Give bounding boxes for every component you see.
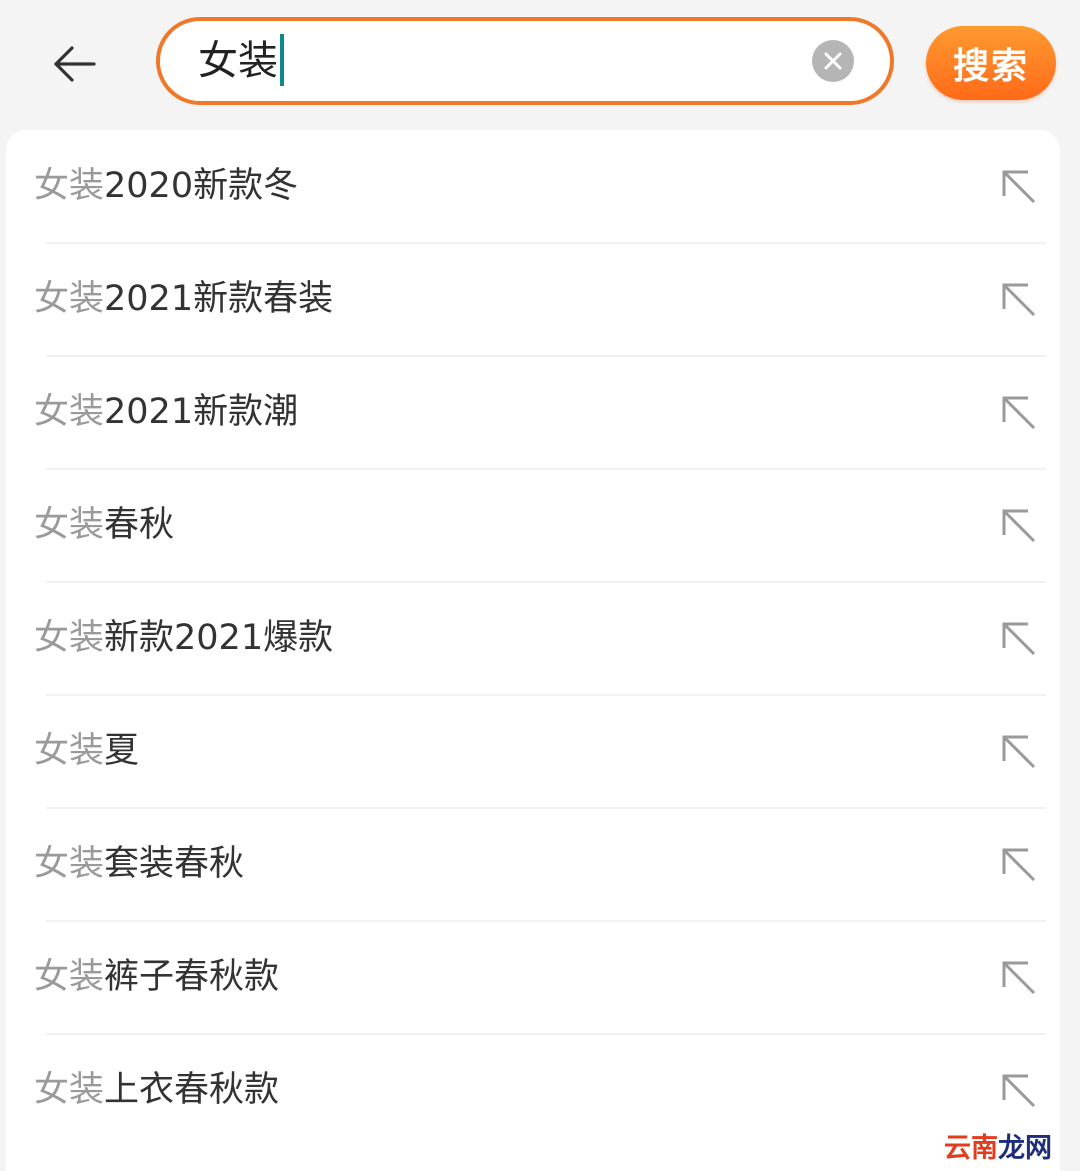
suggestion-text: 女装上衣春秋款 bbox=[34, 1034, 279, 1147]
suggestion-text: 女装套装春秋 bbox=[34, 808, 244, 921]
suggestion-text: 女装裤子春秋款 bbox=[34, 921, 279, 1034]
suggestion-prefix: 女装 bbox=[34, 957, 105, 997]
suggestion-item[interactable]: 女装2021新款潮 bbox=[6, 356, 1060, 469]
text-caret bbox=[280, 34, 284, 86]
back-button[interactable] bbox=[42, 34, 106, 94]
clear-circle-x-icon bbox=[824, 52, 842, 70]
suggestion-item[interactable]: 女装夏 bbox=[6, 695, 1060, 808]
fill-query-button[interactable] bbox=[994, 388, 1042, 436]
arrow-up-left-icon bbox=[1002, 961, 1036, 995]
search-button[interactable]: 搜索 bbox=[926, 26, 1056, 100]
suggestion-text: 女装春秋 bbox=[34, 469, 174, 582]
fill-query-button[interactable] bbox=[994, 275, 1042, 323]
fill-query-button[interactable] bbox=[994, 1066, 1042, 1114]
suggestion-suffix: 新款2021爆款 bbox=[104, 618, 334, 658]
arrow-up-left-icon bbox=[1002, 283, 1036, 317]
suggestion-text: 女装2021新款潮 bbox=[34, 356, 298, 469]
suggestion-prefix: 女装 bbox=[34, 279, 105, 319]
suggestion-suffix: 上衣春秋款 bbox=[104, 1070, 280, 1110]
arrow-left-icon bbox=[54, 46, 96, 82]
suggestion-prefix: 女装 bbox=[34, 166, 105, 206]
arrow-up-left-icon bbox=[1002, 396, 1036, 430]
suggestion-prefix: 女装 bbox=[34, 392, 105, 432]
search-query-text: 女装 bbox=[198, 38, 278, 84]
suggestion-text: 女装2020新款冬 bbox=[34, 130, 298, 243]
suggestion-item[interactable]: 女装新款2021爆款 bbox=[6, 582, 1060, 695]
suggestion-prefix: 女装 bbox=[34, 505, 105, 545]
suggestion-text: 女装2021新款春装 bbox=[34, 243, 333, 356]
suggestion-suffix: 2021新款春装 bbox=[104, 279, 334, 319]
fill-query-button[interactable] bbox=[994, 727, 1042, 775]
search-query: 女装 bbox=[198, 21, 284, 101]
search-input[interactable]: 女装 bbox=[156, 17, 894, 105]
arrow-up-left-icon bbox=[1002, 848, 1036, 882]
suggestion-item[interactable]: 女装上衣春秋款 bbox=[6, 1034, 1060, 1147]
watermark-part2: 龙网 bbox=[998, 1133, 1052, 1164]
clear-button[interactable] bbox=[812, 40, 854, 82]
suggestion-text: 女装新款2021爆款 bbox=[34, 582, 333, 695]
fill-query-button[interactable] bbox=[994, 501, 1042, 549]
suggestion-suffix: 裤子春秋款 bbox=[104, 957, 280, 997]
suggestion-item[interactable]: 女装套装春秋 bbox=[6, 808, 1060, 921]
suggestion-suffix: 春秋 bbox=[104, 505, 175, 545]
suggestion-prefix: 女装 bbox=[34, 1070, 105, 1110]
arrow-up-left-icon bbox=[1002, 735, 1036, 769]
arrow-up-left-icon bbox=[1002, 622, 1036, 656]
suggestion-item[interactable]: 女装春秋 bbox=[6, 469, 1060, 582]
suggestion-suffix: 2020新款冬 bbox=[104, 166, 299, 206]
suggestion-item[interactable]: 女装2020新款冬 bbox=[6, 130, 1060, 243]
suggestion-list: 女装2020新款冬 女装2021新款春装 女装2021新款潮 女装春秋 女装新款2021… bbox=[6, 130, 1060, 1171]
fill-query-button[interactable] bbox=[994, 614, 1042, 662]
fill-query-button[interactable] bbox=[994, 840, 1042, 888]
watermark: 云南龙网 bbox=[944, 1126, 1052, 1165]
arrow-up-left-icon bbox=[1002, 509, 1036, 543]
suggestion-suffix: 夏 bbox=[104, 731, 140, 771]
suggestion-item[interactable]: 女装裤子春秋款 bbox=[6, 921, 1060, 1034]
suggestion-suffix: 2021新款潮 bbox=[104, 392, 299, 432]
arrow-up-left-icon bbox=[1002, 1074, 1036, 1108]
watermark-part1: 云南 bbox=[944, 1133, 998, 1164]
arrow-up-left-icon bbox=[1002, 170, 1036, 204]
search-header: 女装 搜索 bbox=[0, 0, 1080, 130]
suggestion-prefix: 女装 bbox=[34, 731, 105, 771]
suggestion-text: 女装夏 bbox=[34, 695, 139, 808]
fill-query-button[interactable] bbox=[994, 162, 1042, 210]
suggestion-prefix: 女装 bbox=[34, 618, 105, 658]
suggestion-suffix: 套装春秋 bbox=[104, 844, 245, 884]
fill-query-button[interactable] bbox=[994, 953, 1042, 1001]
suggestion-item[interactable]: 女装2021新款春装 bbox=[6, 243, 1060, 356]
suggestion-prefix: 女装 bbox=[34, 844, 105, 884]
